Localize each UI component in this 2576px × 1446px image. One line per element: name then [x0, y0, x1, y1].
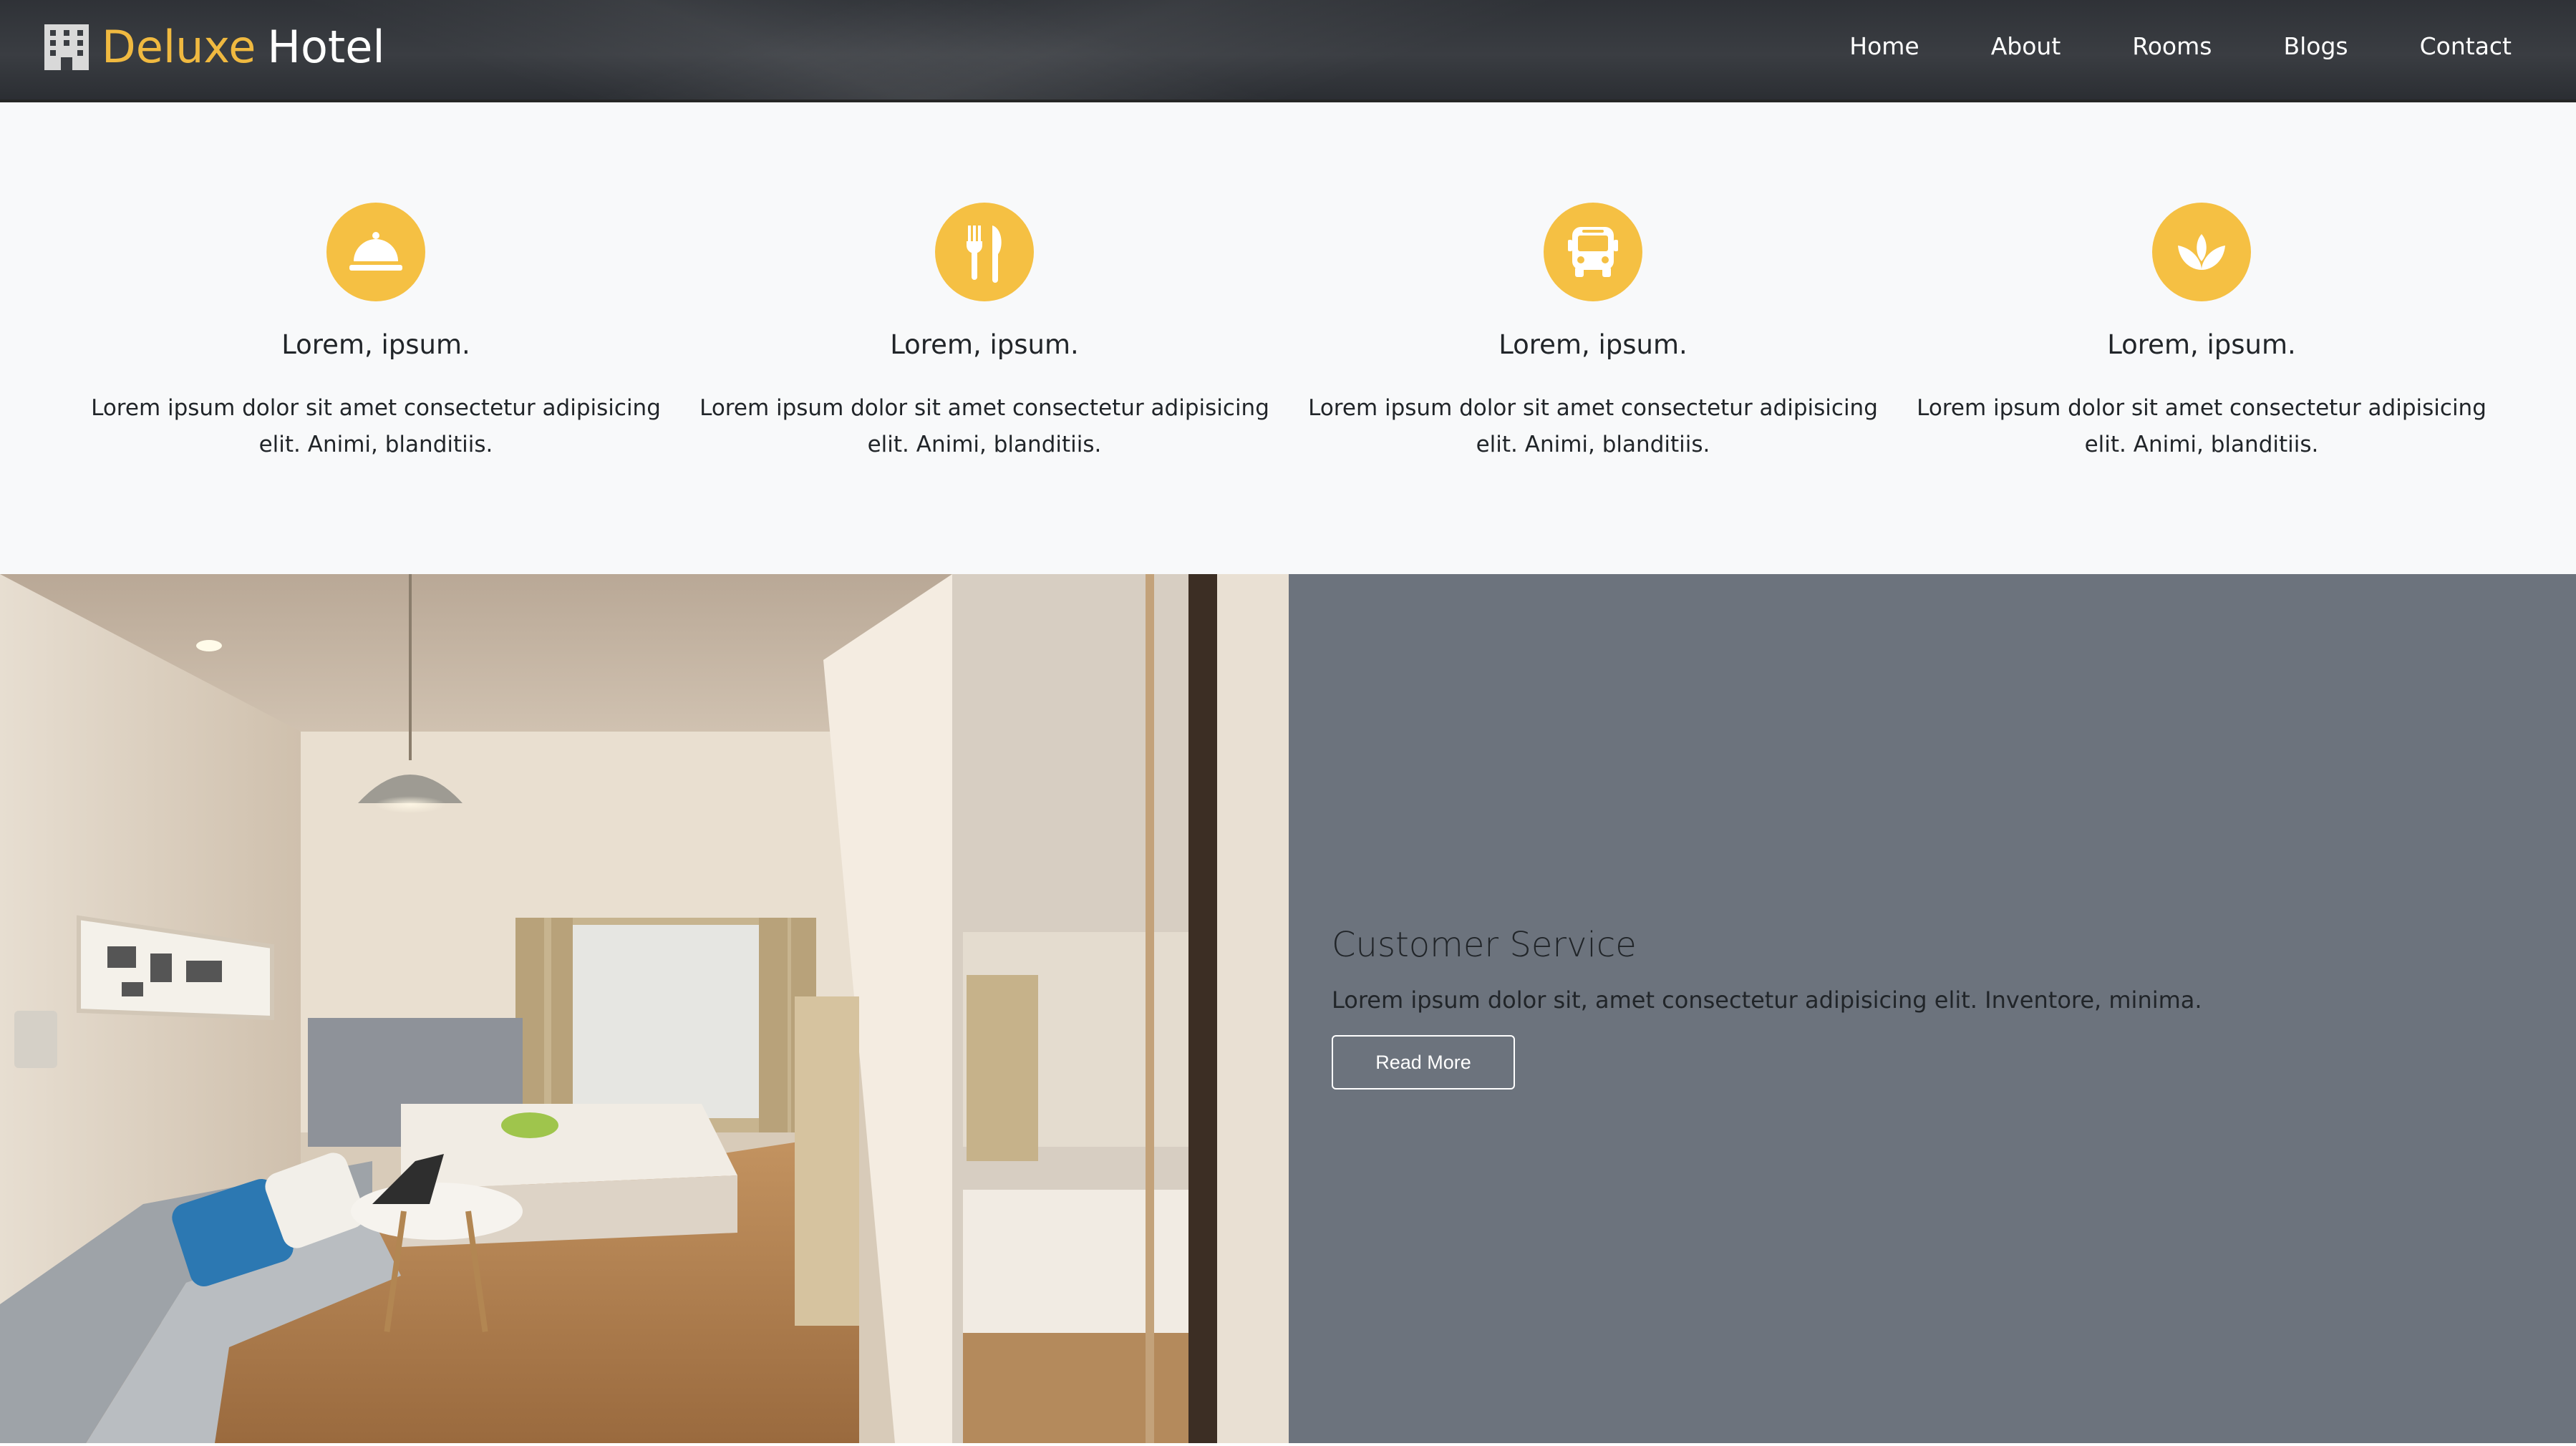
navbar: Deluxe Hotel Home About Rooms Blogs Cont…	[0, 0, 2576, 102]
brand-name-deluxe: Deluxe	[102, 20, 256, 73]
hotel-building-icon	[44, 24, 89, 70]
feature-card: Lorem, ipsum. Lorem ipsum dolor sit amet…	[1897, 105, 2506, 463]
nav-link-blogs[interactable]: Blogs	[2283, 29, 2348, 64]
utensils-icon	[935, 203, 1034, 301]
hotel-room-photo	[0, 574, 1289, 1443]
service-title: Customer Service	[1332, 925, 1637, 965]
nav-link-about[interactable]: About	[1991, 29, 2061, 64]
brand-logo[interactable]: Deluxe Hotel	[42, 16, 385, 77]
read-more-button[interactable]: Read More	[1332, 1035, 1515, 1090]
nav-link-home[interactable]: Home	[1849, 29, 1919, 64]
page-bottom-divider	[0, 1443, 2576, 1446]
features-section: Lorem, ipsum. Lorem ipsum dolor sit amet…	[0, 105, 2576, 574]
customer-service-section: Customer Service Lorem ipsum dolor sit, …	[0, 574, 2576, 1443]
spa-lotus-icon	[2152, 203, 2251, 301]
bus-icon	[1544, 203, 1642, 301]
feature-description: Lorem ipsum dolor sit amet consectetur a…	[1308, 395, 1878, 457]
feature-description: Lorem ipsum dolor sit amet consectetur a…	[1917, 395, 2487, 457]
customer-service-panel: Customer Service Lorem ipsum dolor sit, …	[1289, 574, 2576, 1443]
feature-title: Lorem, ipsum.	[1498, 329, 1688, 360]
feature-card: Lorem, ipsum. Lorem ipsum dolor sit amet…	[72, 105, 680, 463]
feature-card: Lorem, ipsum. Lorem ipsum dolor sit amet…	[1289, 105, 1897, 463]
brand-name-hotel: Hotel	[267, 20, 385, 73]
feature-description: Lorem ipsum dolor sit amet consectetur a…	[91, 395, 661, 457]
nav-link-rooms[interactable]: Rooms	[2132, 29, 2212, 64]
feature-title: Lorem, ipsum.	[890, 329, 1079, 360]
nav-link-contact[interactable]: Contact	[2420, 29, 2512, 64]
feature-card: Lorem, ipsum. Lorem ipsum dolor sit amet…	[680, 105, 1289, 463]
feature-description: Lorem ipsum dolor sit amet consectetur a…	[699, 395, 1269, 457]
main-navigation: Home About Rooms Blogs Contact	[1778, 29, 2512, 64]
concierge-bell-icon	[326, 203, 425, 301]
service-description: Lorem ipsum dolor sit, amet consectetur …	[1332, 986, 2202, 1014]
feature-title: Lorem, ipsum.	[281, 329, 470, 360]
feature-title: Lorem, ipsum.	[2107, 329, 2296, 360]
